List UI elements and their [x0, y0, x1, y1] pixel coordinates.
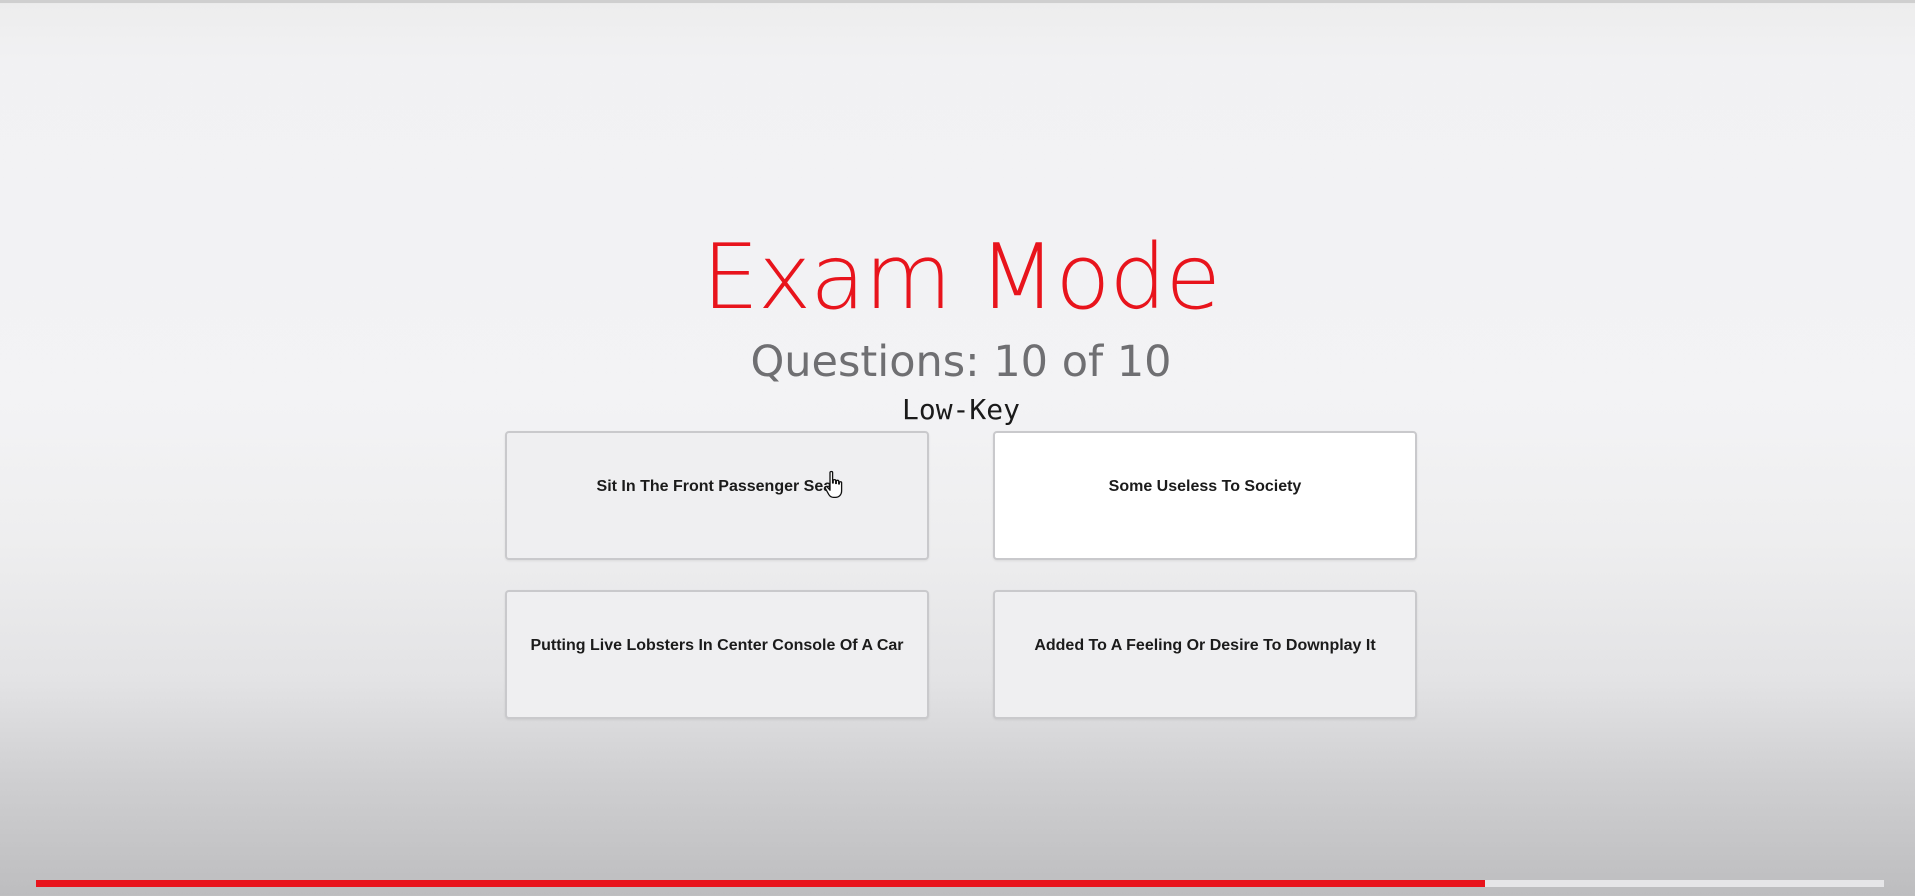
answer-option-3[interactable]: Putting Live Lobsters In Center Console …: [505, 590, 929, 719]
hand-pointer-icon: [824, 470, 843, 499]
page-title: Exam Mode: [702, 225, 1221, 330]
answer-option-1[interactable]: Sit In The Front Passenger Seat: [505, 431, 929, 560]
progress-bar: [36, 880, 1884, 887]
answer-option-2[interactable]: Some Useless To Society: [993, 431, 1417, 560]
progress-bar-fill: [36, 880, 1485, 887]
question-term: Low-Key: [901, 393, 1020, 426]
answer-option-4[interactable]: Added To A Feeling Or Desire To Downplay…: [993, 590, 1417, 719]
top-divider: [0, 0, 1915, 3]
question-counter: Questions: 10 of 10: [750, 337, 1172, 387]
